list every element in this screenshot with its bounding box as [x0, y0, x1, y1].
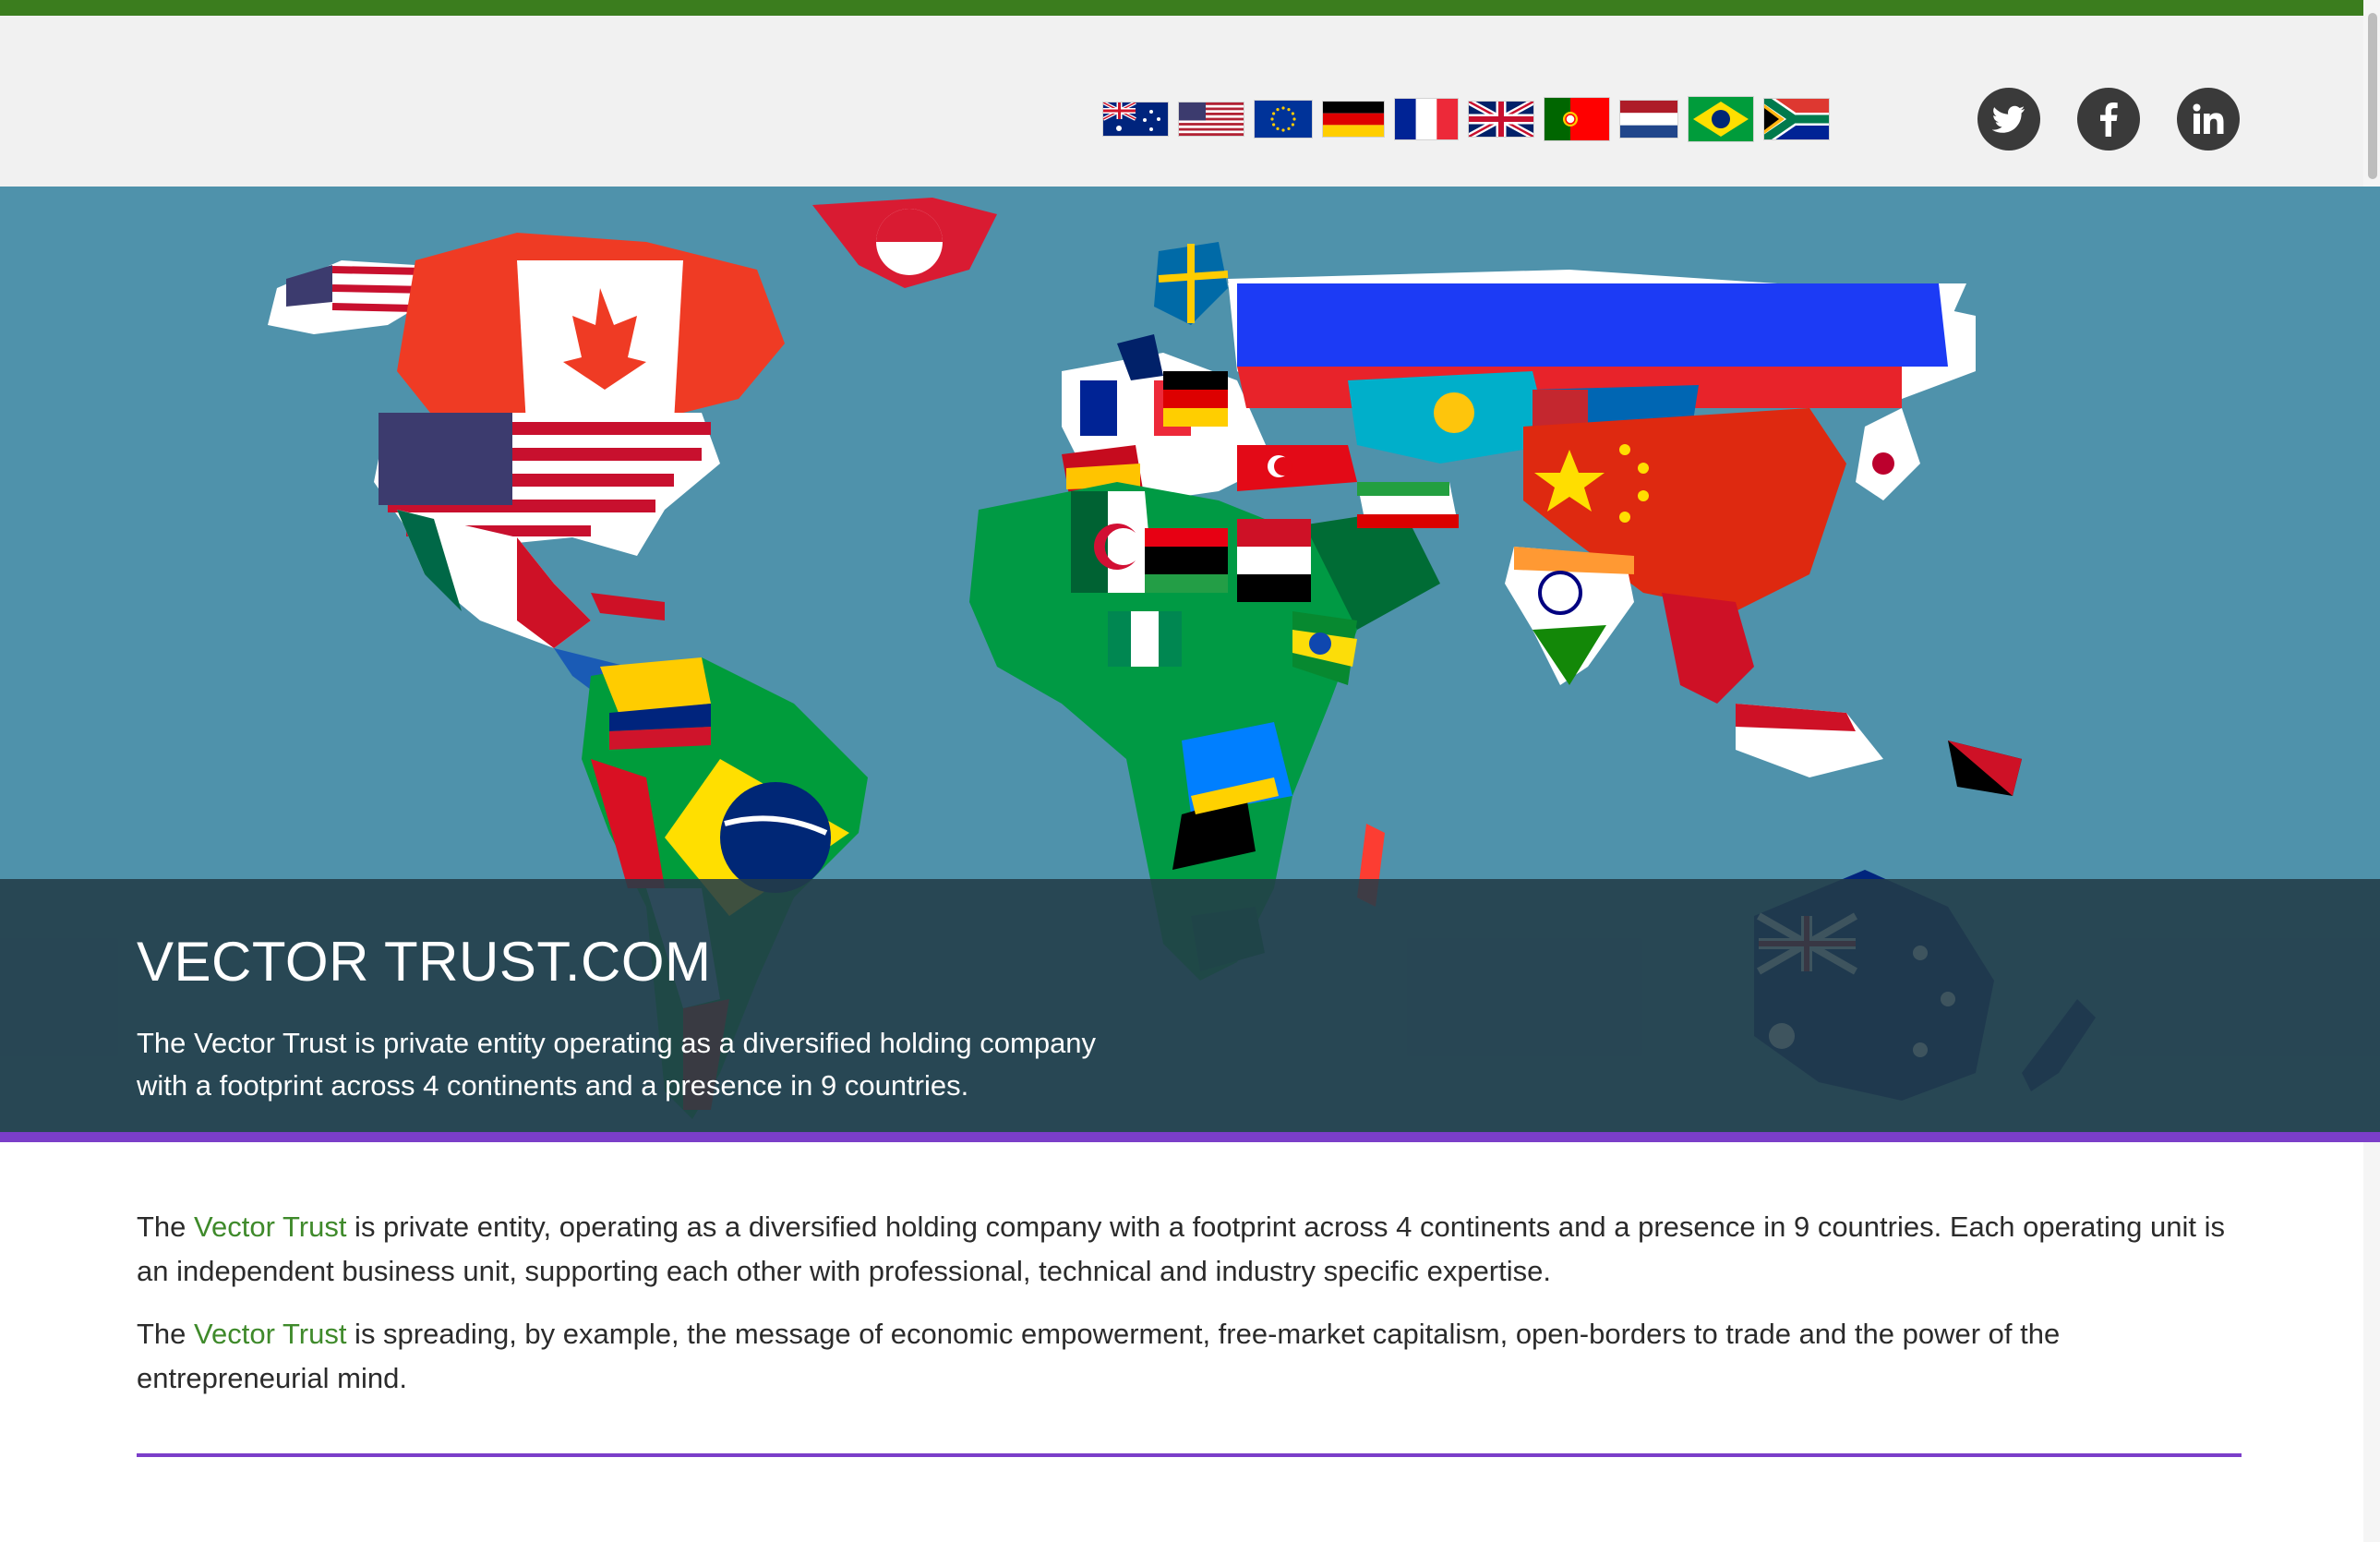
portugal-flag-icon[interactable] [1545, 98, 1620, 140]
south-africa-flag-icon[interactable] [1764, 99, 1840, 139]
language-flags [1103, 97, 1840, 141]
top-accent-strip [0, 0, 2380, 16]
p2-prefix: The [137, 1318, 195, 1350]
p1-prefix: The [137, 1211, 195, 1243]
eu-flag-icon[interactable] [1255, 101, 1323, 138]
hero-banner: VECTOR TRUST.COM The Vector Trust is pri… [0, 187, 2380, 1141]
brand-name: Vector Trust [194, 1318, 347, 1350]
netherlands-flag-icon[interactable] [1620, 101, 1689, 138]
usa-flag-icon[interactable] [1179, 102, 1255, 136]
facebook-icon[interactable] [2077, 88, 2140, 151]
hero-tagline-line2: with a footprint across 4 continents and… [137, 1069, 969, 1102]
germany-flag-icon[interactable] [1323, 102, 1395, 137]
content-divider [137, 1453, 2242, 1457]
france-flag-icon[interactable] [1395, 99, 1469, 139]
site-title: VECTOR TRUST.COM [137, 931, 712, 993]
hero-bottom-accent [0, 1132, 2380, 1142]
linkedin-icon[interactable] [2177, 88, 2240, 151]
australia-flag-icon[interactable] [1103, 102, 1179, 136]
p2-body: is spreading, by example, the message of… [137, 1318, 2061, 1394]
p1-body: is private entity, operating as a divers… [137, 1211, 2225, 1287]
brazil-flag-icon[interactable] [1689, 97, 1764, 141]
social-links [1977, 88, 2277, 151]
intro-paragraph-2: The Vector Trust is spreading, by exampl… [137, 1312, 2242, 1401]
brand-name: Vector Trust [194, 1211, 347, 1243]
scrollbar-thumb[interactable] [2368, 13, 2377, 179]
intro-paragraph-1: The Vector Trust is private entity, oper… [137, 1205, 2242, 1294]
intro-content: The Vector Trust is private entity, oper… [137, 1205, 2242, 1419]
uk-flag-icon[interactable] [1469, 102, 1545, 137]
site-header [0, 16, 2363, 187]
twitter-icon[interactable] [1977, 88, 2040, 151]
hero-tagline: The Vector Trust is private entity opera… [137, 1022, 1300, 1107]
hero-tagline-line1: The Vector Trust is private entity opera… [137, 1027, 1097, 1059]
